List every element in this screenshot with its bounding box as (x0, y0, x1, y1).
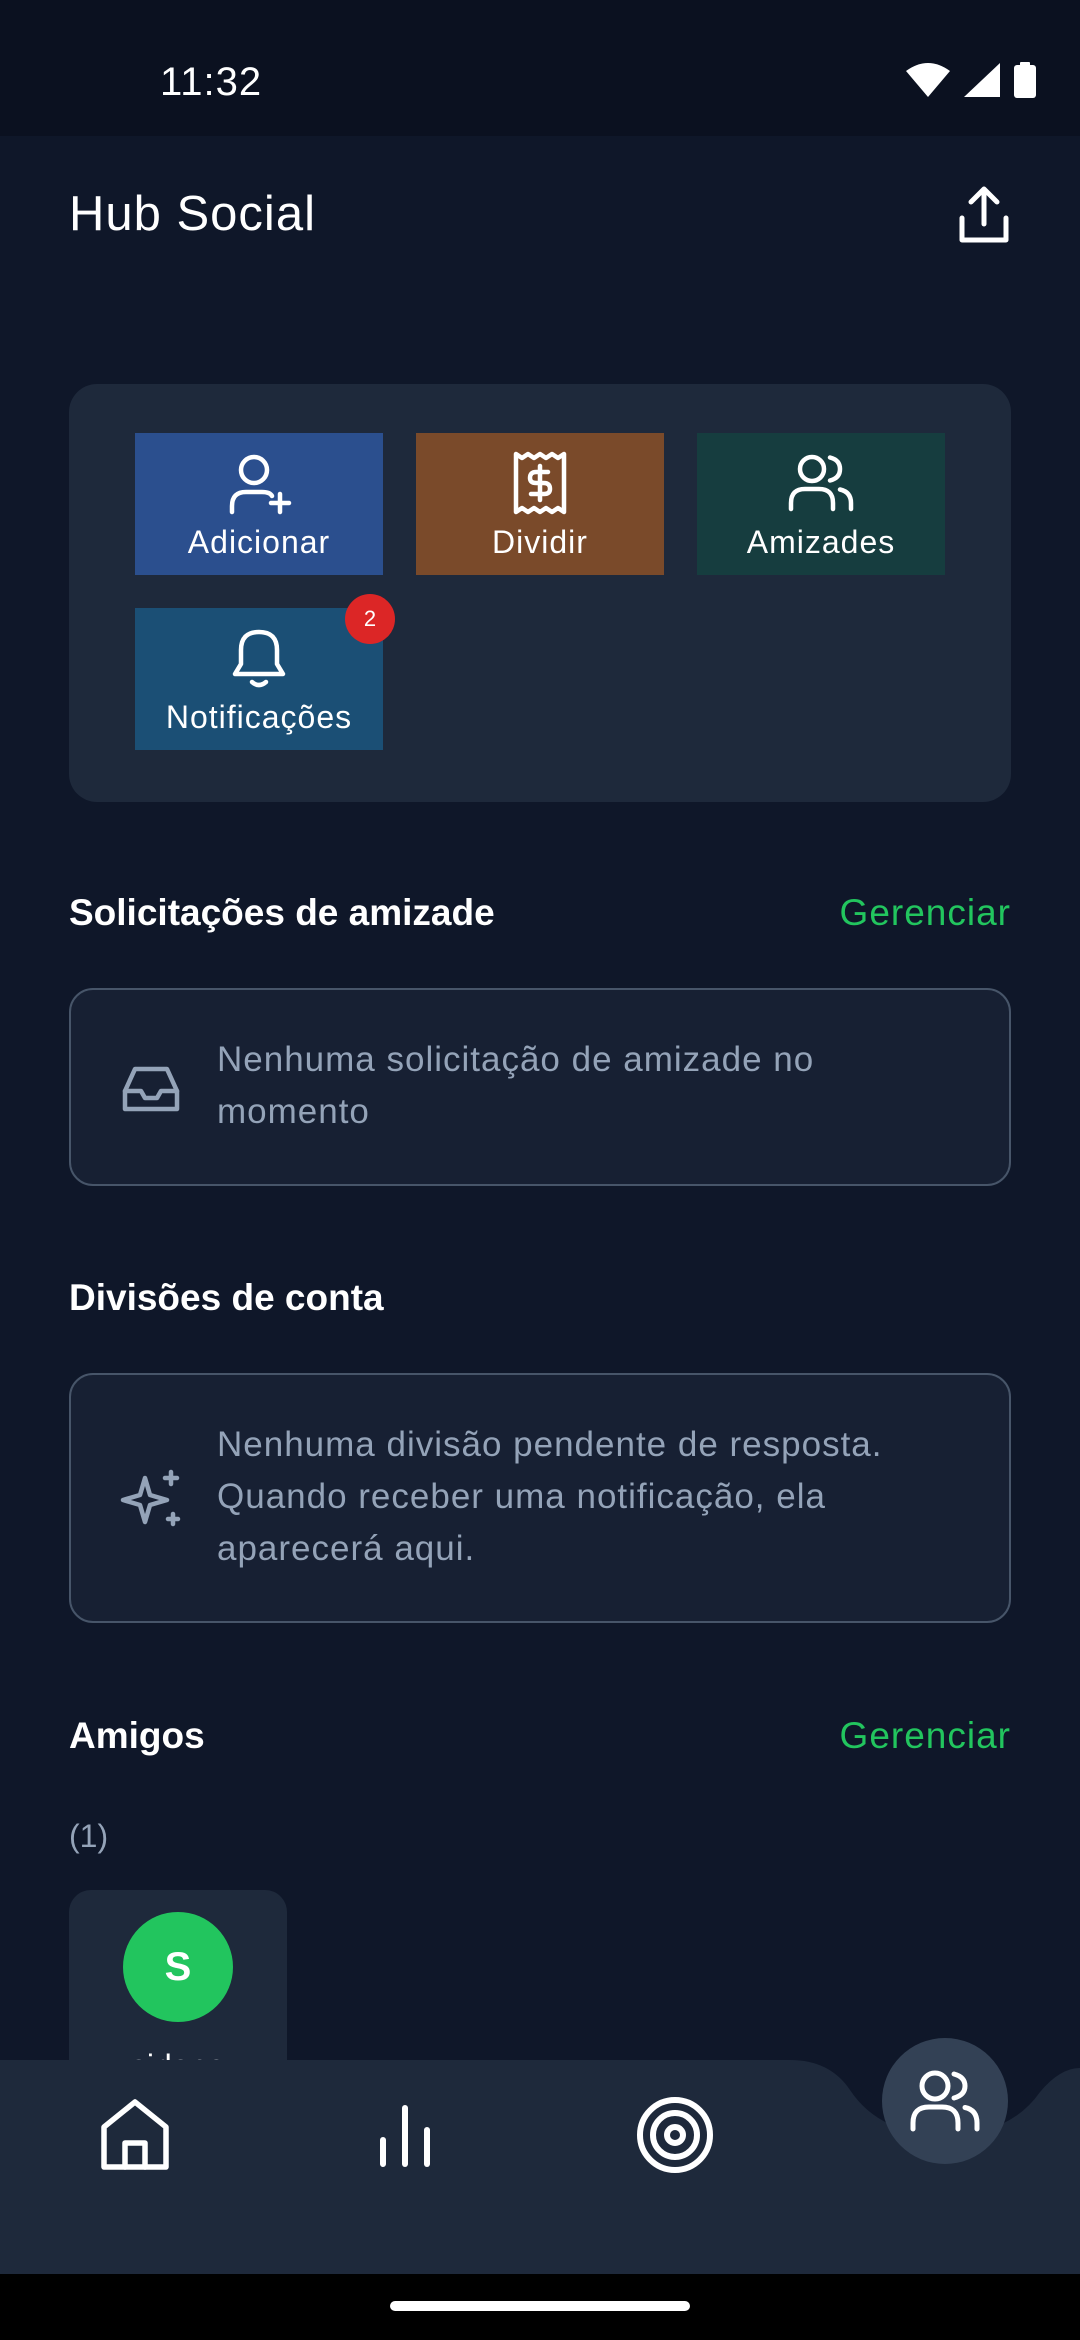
status-icons (906, 62, 1036, 98)
user-plus-icon (224, 448, 294, 518)
add-friend-button[interactable]: Adicionar (135, 433, 383, 575)
friend-requests-empty-text: Nenhuma solicitação de amizade no moment… (217, 1040, 815, 1131)
share-icon (959, 186, 1009, 243)
friendships-button[interactable]: Amizades (697, 433, 945, 575)
nav-stats[interactable] (360, 2090, 450, 2180)
friends-count: (1) (69, 1818, 109, 1854)
users-icon (910, 2070, 980, 2132)
inbox-icon (122, 1066, 180, 1112)
notifications-button[interactable]: Notificações (135, 608, 383, 750)
home-icon (101, 2099, 169, 2170)
page-title: Hub Social (69, 187, 316, 241)
friendships-label: Amizades (746, 524, 896, 560)
manage-friend-requests-link[interactable]: Gerenciar (840, 892, 1011, 934)
receipt-dollar-icon (505, 448, 575, 518)
share-button[interactable] (954, 184, 1014, 248)
users-icon (786, 448, 856, 518)
battery-icon (1014, 62, 1036, 98)
nav-social-button[interactable] (882, 2038, 1008, 2164)
friends-title: Amigos (69, 1715, 205, 1756)
status-bar: 11:32 (0, 0, 1080, 136)
bell-icon (224, 623, 294, 693)
home-gesture-pill[interactable] (390, 2301, 690, 2311)
bill-splits-empty-text: Nenhuma divisão pendente de resposta. Qu… (217, 1425, 883, 1568)
status-time: 11:32 (160, 60, 263, 104)
bar-chart-icon (380, 2105, 430, 2167)
nav-home[interactable] (90, 2090, 180, 2180)
bill-splits-empty-card: Nenhuma divisão pendente de resposta. Qu… (69, 1373, 1011, 1623)
notifications-label: Notificações (165, 699, 353, 735)
add-friend-label: Adicionar (187, 524, 331, 560)
manage-friends-link[interactable]: Gerenciar (840, 1715, 1011, 1757)
social-hub-screen: 11:32 Hub Social Adicionar Dividir Amiza… (0, 0, 1080, 2340)
wifi-icon (906, 63, 950, 97)
nav-goals[interactable] (630, 2090, 720, 2180)
friend-requests-empty-card: Nenhuma solicitação de amizade no moment… (69, 988, 1011, 1186)
friend-requests-title: Solicitações de amizade (69, 892, 495, 933)
signal-icon (964, 63, 1000, 97)
bill-splits-title: Divisões de conta (69, 1277, 384, 1318)
avatar: S (123, 1912, 233, 2022)
sparkles-icon (120, 1469, 181, 1527)
split-bill-button[interactable]: Dividir (416, 433, 664, 575)
quick-actions-panel: Adicionar Dividir Amizades Notificações (69, 384, 1011, 802)
split-bill-label: Dividir (492, 524, 588, 560)
target-icon (637, 2097, 713, 2173)
notifications-badge: 2 (345, 594, 395, 644)
